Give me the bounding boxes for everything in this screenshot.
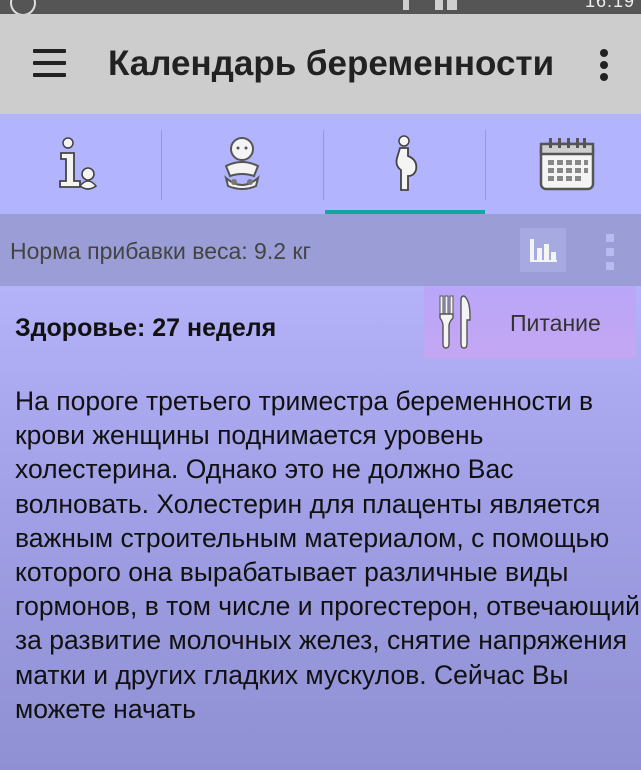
tab-baby[interactable]: [162, 114, 322, 214]
app-bar: Календарь беременности: [0, 14, 641, 114]
status-time: 16:19: [584, 0, 635, 11]
calendar-icon: [539, 138, 595, 191]
article-text: На пороге третьего триместра беременност…: [15, 386, 640, 724]
info-baby-icon: [59, 137, 98, 190]
hamburger-menu-icon[interactable]: [26, 42, 74, 86]
notification-icon: [10, 0, 36, 14]
signal-icon: [395, 0, 485, 10]
tab-info[interactable]: [0, 114, 160, 214]
baby-icon: [224, 137, 260, 190]
info-bar-more-icon[interactable]: [600, 230, 620, 274]
tab-mother[interactable]: [325, 114, 485, 214]
nutrition-button-label: Питание: [510, 310, 601, 336]
nutrition-button[interactable]: Питание: [424, 286, 636, 358]
section-title: Здоровье: 27 неделя: [15, 314, 277, 342]
tab-calendar[interactable]: [487, 114, 641, 214]
more-vert-icon[interactable]: [588, 42, 620, 88]
pregnant-woman-icon: [395, 135, 418, 191]
health-content: Здоровье: 27 неделя Питание На пороге тр…: [0, 286, 641, 770]
weight-norm-text: Норма прибавки веса: 9.2 кг: [10, 238, 311, 264]
status-bar: 16:19: [0, 0, 641, 14]
fork-knife-icon: [439, 295, 471, 349]
bar-chart-icon[interactable]: [520, 228, 566, 272]
app-title: Календарь беременности: [108, 44, 555, 83]
weight-info-bar: Норма прибавки веса: 9.2 кг: [0, 216, 641, 286]
tab-bar: [0, 114, 641, 216]
